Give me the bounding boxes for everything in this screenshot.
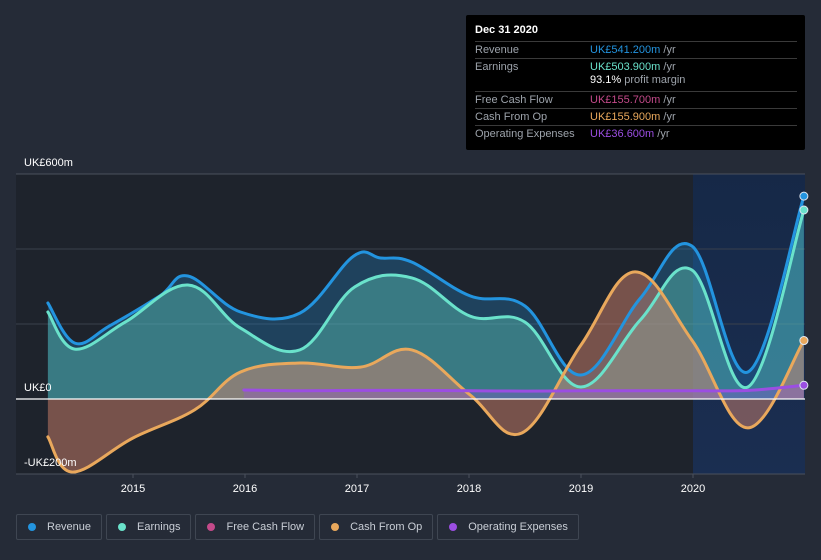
fcf-dot-icon [207, 523, 216, 531]
tooltip-value: UK£36.600m /yr [590, 128, 670, 140]
legend-label: Cash From Op [350, 521, 423, 533]
y-tick-label: -UK£200m [24, 457, 77, 469]
operating-expenses-endpoint [799, 380, 809, 390]
unit: /yr [660, 61, 676, 73]
legend-item-free-cash-flow[interactable]: Free Cash Flow [195, 514, 316, 540]
tooltip-panel: Dec 31 2020 Revenue UK£541.200m /yr Earn… [466, 15, 805, 150]
profit-margin: 93.1% profit margin [590, 74, 685, 86]
x-tick-label: 2015 [121, 483, 145, 495]
x-tick-label: 2020 [681, 483, 705, 495]
legend-item-earnings[interactable]: Earnings [106, 514, 192, 540]
x-tick-label: 2018 [457, 483, 481, 495]
fcf-value: UK£155.700m [590, 94, 661, 106]
unit: /yr [660, 111, 676, 123]
tooltip-row-earnings: Earnings UK£503.900m /yr [475, 58, 797, 75]
legend-item-revenue[interactable]: Revenue [16, 514, 103, 540]
tooltip-value: UK£503.900m /yr [590, 61, 676, 73]
tooltip-label: Earnings [475, 61, 519, 73]
tooltip-value: UK£155.900m /yr [590, 111, 676, 123]
unit: /yr [660, 94, 676, 106]
opex-value: UK£36.600m [590, 128, 655, 140]
tooltip-date: Dec 31 2020 [475, 24, 538, 36]
legend-label: Free Cash Flow [226, 521, 305, 533]
earnings-dot-icon [118, 523, 127, 531]
legend-label: Operating Expenses [468, 521, 568, 533]
x-tick-label: 2019 [569, 483, 593, 495]
tooltip-label: Free Cash Flow [475, 94, 553, 106]
cash-from-op-endpoint [799, 336, 809, 346]
tooltip-value: UK£155.700m /yr [590, 94, 676, 106]
revenue-endpoint [799, 191, 809, 201]
revenue-value: UK£541.200m [590, 44, 661, 56]
cfo-value: UK£155.900m [590, 111, 661, 123]
x-tick-label: 2017 [345, 483, 369, 495]
tooltip-row-free-cash-flow: Free Cash Flow UK£155.700m /yr [475, 91, 797, 108]
earnings-endpoint [799, 205, 809, 215]
legend-item-operating-expenses[interactable]: Operating Expenses [437, 514, 579, 540]
x-tick-label: 2016 [233, 483, 257, 495]
cfo-dot-icon [331, 523, 340, 531]
tooltip-label: Cash From Op [475, 111, 548, 123]
profit-margin-value: 93.1% [590, 74, 622, 86]
earnings-value: UK£503.900m [590, 61, 661, 73]
legend-item-cash-from-op[interactable]: Cash From Op [319, 514, 434, 540]
y-tick-label: UK£600m [24, 157, 73, 169]
y-tick-label: UK£0 [24, 382, 52, 394]
tooltip-label: Revenue [475, 44, 520, 56]
profit-margin-label: profit margin [621, 74, 686, 86]
legend-label: Revenue [47, 521, 92, 533]
unit: /yr [660, 44, 676, 56]
tooltip-row-cash-from-op: Cash From Op UK£155.900m /yr [475, 108, 797, 125]
tooltip-row-operating-expenses: Operating Expenses UK£36.600m /yr [475, 125, 797, 142]
tooltip-row-revenue: Revenue UK£541.200m /yr [475, 41, 797, 58]
revenue-dot-icon [28, 523, 36, 531]
legend-label: Earnings [137, 521, 181, 533]
opex-dot-icon [449, 523, 458, 531]
tooltip-value: UK£541.200m /yr [590, 44, 676, 56]
unit: /yr [654, 128, 670, 140]
tooltip-label: Operating Expenses [475, 128, 575, 140]
chart-legend: Revenue Earnings Free Cash Flow Cash Fro… [16, 514, 579, 540]
